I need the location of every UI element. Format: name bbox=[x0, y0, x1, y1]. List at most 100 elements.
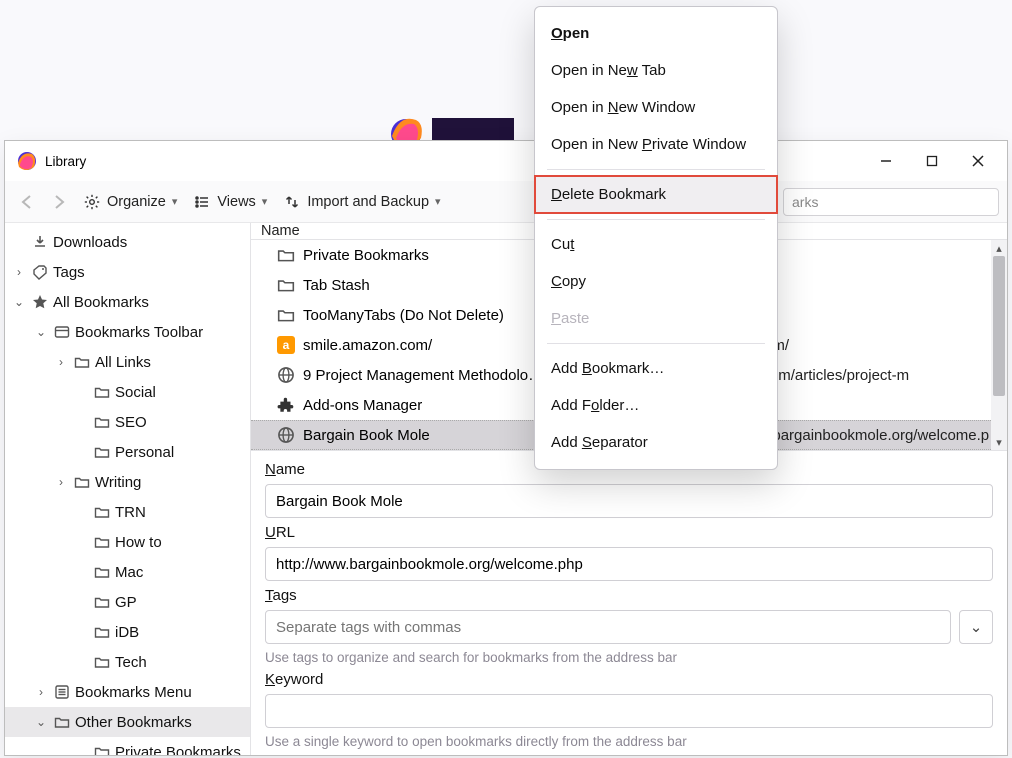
views-menu-button[interactable]: Views ▾ bbox=[187, 188, 273, 216]
caret-down-icon: ▾ bbox=[262, 195, 268, 208]
nav-forward-button[interactable] bbox=[45, 188, 73, 216]
tree-tags[interactable]: › Tags bbox=[5, 257, 250, 287]
import-backup-menu-button[interactable]: Import and Backup ▾ bbox=[277, 188, 446, 216]
ctx-add-bookmark[interactable]: Add Bookmark… bbox=[535, 350, 777, 387]
details-panel: Name URL Tags ⌄ Use tags to organize and… bbox=[251, 450, 1007, 755]
tags-input[interactable] bbox=[265, 610, 951, 644]
item-name: smile.amazon.com/ bbox=[303, 337, 432, 354]
label-keyword: Keyword bbox=[265, 671, 993, 688]
ctx-open-new-tab[interactable]: Open in New Tab bbox=[535, 52, 777, 89]
folder-icon bbox=[93, 623, 111, 641]
bookmarks-menu-icon bbox=[53, 683, 71, 701]
item-name: Private Bookmarks bbox=[303, 247, 429, 264]
item-name: 9 Project Management Methodolo… bbox=[303, 367, 543, 384]
ctx-delete-bookmark[interactable]: Delete Bookmark bbox=[535, 176, 777, 213]
tree-label: All Bookmarks bbox=[53, 294, 149, 311]
import-backup-label: Import and Backup bbox=[307, 194, 429, 210]
name-input[interactable] bbox=[265, 484, 993, 518]
tree-mac[interactable]: Mac bbox=[5, 557, 250, 587]
tree-howto[interactable]: How to bbox=[5, 527, 250, 557]
ctx-open[interactable]: Open bbox=[535, 15, 777, 52]
item-name: TooManyTabs (Do Not Delete) bbox=[303, 307, 504, 324]
chevron-down-icon: ⌄ bbox=[970, 618, 983, 636]
tree-label: Personal bbox=[115, 444, 174, 461]
tree-label: iDB bbox=[115, 624, 139, 641]
ctx-copy[interactable]: Copy bbox=[535, 263, 777, 300]
label-tags: Tags bbox=[265, 587, 993, 604]
firefox-icon bbox=[17, 151, 37, 171]
tree-tech[interactable]: Tech bbox=[5, 647, 250, 677]
tags-hint: Use tags to organize and search for book… bbox=[265, 650, 993, 665]
ctx-open-new-window[interactable]: Open in New Window bbox=[535, 89, 777, 126]
tag-icon bbox=[31, 263, 49, 281]
window-maximize-button[interactable] bbox=[909, 145, 955, 177]
item-name: Tab Stash bbox=[303, 277, 370, 294]
folder-icon bbox=[93, 563, 111, 581]
url-input[interactable] bbox=[265, 547, 993, 581]
folder-icon bbox=[277, 306, 295, 324]
ctx-open-private-window[interactable]: Open in New Private Window bbox=[535, 126, 777, 163]
context-menu: Open Open in New Tab Open in New Window … bbox=[534, 6, 778, 470]
screenshot-root: Library bbox=[0, 0, 1012, 758]
organize-label: Organize bbox=[107, 194, 166, 210]
item-name: Add-ons Manager bbox=[303, 397, 422, 414]
scroll-up-icon[interactable]: ▴ bbox=[991, 240, 1007, 256]
bookmarks-toolbar-icon bbox=[53, 323, 71, 341]
tree-other-bookmarks[interactable]: ⌄Other Bookmarks bbox=[5, 707, 250, 737]
tree-bookmarks-menu[interactable]: ›Bookmarks Menu bbox=[5, 677, 250, 707]
tree-gp[interactable]: GP bbox=[5, 587, 250, 617]
tree-personal[interactable]: Personal bbox=[5, 437, 250, 467]
ctx-cut[interactable]: Cut bbox=[535, 226, 777, 263]
ctx-add-folder[interactable]: Add Folder… bbox=[535, 387, 777, 424]
title-bar: Library bbox=[5, 141, 1007, 181]
tree-label: Writing bbox=[95, 474, 141, 491]
window-close-button[interactable] bbox=[955, 145, 1001, 177]
scroll-down-icon[interactable]: ▾ bbox=[991, 434, 1007, 450]
window-title: Library bbox=[45, 154, 86, 169]
chevron-right-icon: › bbox=[33, 684, 49, 700]
tree-idb[interactable]: iDB bbox=[5, 617, 250, 647]
globe-icon bbox=[277, 426, 295, 444]
chevron-down-icon: ⌄ bbox=[33, 324, 49, 340]
keyword-hint: Use a single keyword to open bookmarks d… bbox=[265, 734, 993, 749]
tree-label: Mac bbox=[115, 564, 143, 581]
tree-label: How to bbox=[115, 534, 162, 551]
chevron-down-icon: ⌄ bbox=[33, 714, 49, 730]
tree-label: GP bbox=[115, 594, 137, 611]
puzzle-icon bbox=[277, 396, 295, 414]
window-minimize-button[interactable] bbox=[863, 145, 909, 177]
tree-seo[interactable]: SEO bbox=[5, 407, 250, 437]
list-icon bbox=[193, 193, 211, 211]
tree-private-bookmarks[interactable]: Private Bookmarks bbox=[5, 737, 250, 755]
library-body: Downloads › Tags ⌄ All Bookmarks ⌄ Bookm… bbox=[5, 223, 1007, 755]
nav-back-button[interactable] bbox=[13, 188, 41, 216]
ctx-add-separator[interactable]: Add Separator bbox=[535, 424, 777, 461]
tree-label: TRN bbox=[115, 504, 146, 521]
tree-bookmarks-toolbar[interactable]: ⌄ Bookmarks Toolbar bbox=[5, 317, 250, 347]
tree-label: Social bbox=[115, 384, 156, 401]
folder-icon bbox=[73, 473, 91, 491]
scroll-thumb[interactable] bbox=[993, 256, 1005, 396]
globe-icon bbox=[277, 366, 295, 384]
tree-all-links[interactable]: › All Links bbox=[5, 347, 250, 377]
keyword-input[interactable] bbox=[265, 694, 993, 728]
folder-icon bbox=[53, 713, 71, 731]
tree-writing[interactable]: ›Writing bbox=[5, 467, 250, 497]
search-bookmarks-input[interactable]: arks bbox=[783, 188, 999, 216]
folder-icon bbox=[93, 413, 111, 431]
tree-social[interactable]: Social bbox=[5, 377, 250, 407]
ctx-separator bbox=[547, 343, 765, 344]
tree-downloads[interactable]: Downloads bbox=[5, 227, 250, 257]
tree-label: Tags bbox=[53, 264, 85, 281]
tree-trn[interactable]: TRN bbox=[5, 497, 250, 527]
organize-menu-button[interactable]: Organize ▾ bbox=[77, 188, 183, 216]
tree-all-bookmarks[interactable]: ⌄ All Bookmarks bbox=[5, 287, 250, 317]
tree-label: All Links bbox=[95, 354, 151, 371]
folder-icon bbox=[73, 353, 91, 371]
list-scrollbar[interactable]: ▴ ▾ bbox=[991, 240, 1007, 450]
label-url: URL bbox=[265, 524, 993, 541]
folder-icon bbox=[93, 593, 111, 611]
tree-label: Tech bbox=[115, 654, 147, 671]
tags-expand-button[interactable]: ⌄ bbox=[959, 610, 993, 644]
ctx-separator bbox=[547, 169, 765, 170]
